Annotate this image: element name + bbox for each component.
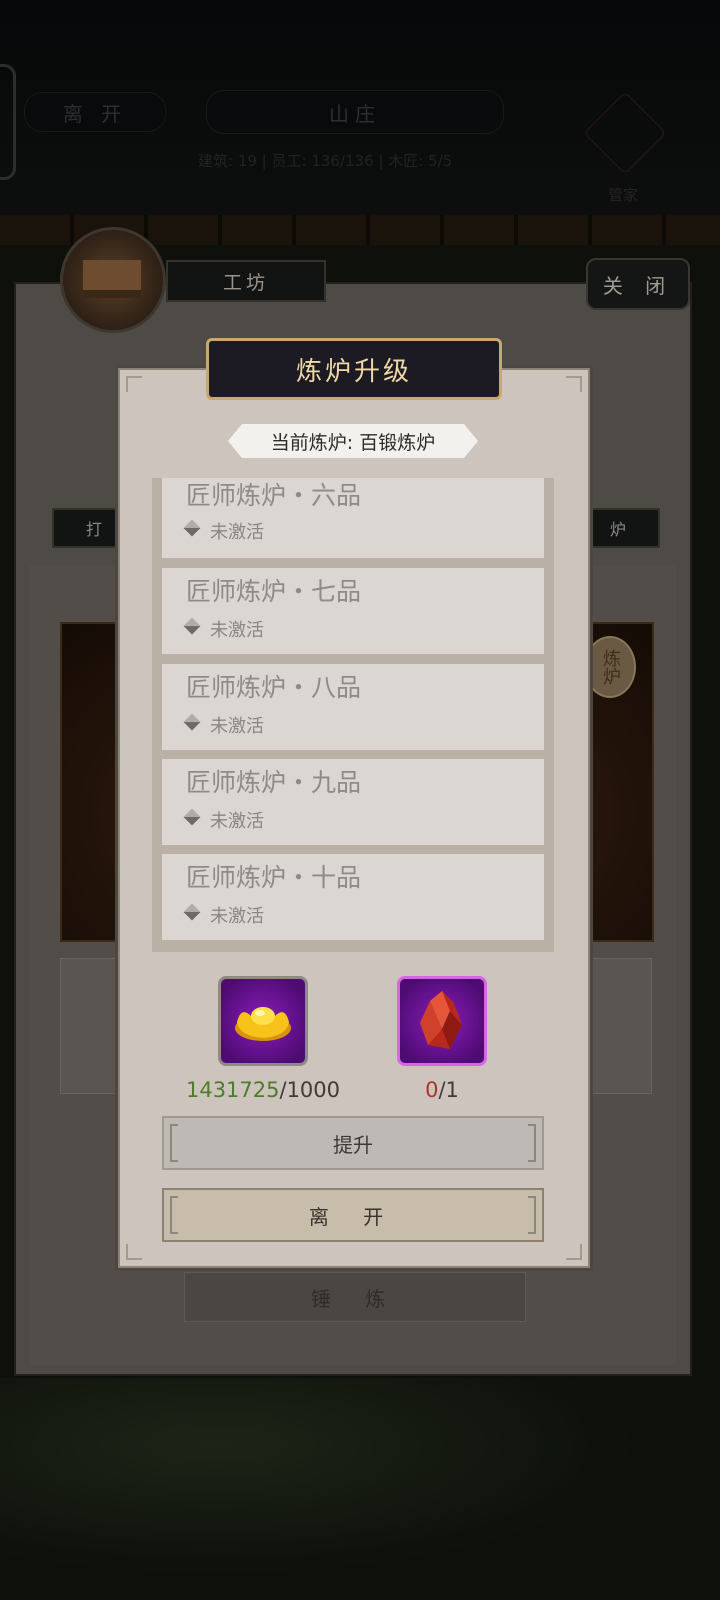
diamond-icon [183, 903, 201, 921]
steward-label: 管家 [608, 186, 639, 204]
corner-ornament [126, 1244, 142, 1260]
red-crystal-icon [420, 991, 462, 1049]
diamond-icon [183, 617, 201, 635]
corner-ornament [566, 1244, 582, 1260]
corner-ornament [126, 376, 142, 392]
activation-status: 未激活 [210, 716, 264, 737]
bg-leave-button: 离 开 [24, 92, 166, 132]
bg-close-button: 关 闭 [586, 258, 690, 310]
workshop-tab: 工坊 [166, 260, 326, 302]
red-crystal-slot[interactable] [397, 976, 487, 1066]
furnace-level-list[interactable]: 匠师炼炉・六品 未激活 匠师炼炉・七品 未激活 匠师炼炉・八品 未激活 匠师炼炉… [152, 478, 554, 952]
furnace-seal-badge: 炼炉 [584, 636, 636, 698]
gold-cost-count: 1431725/1000 [180, 1078, 346, 1102]
crystal-cost-count: 0/1 [400, 1078, 484, 1102]
furnace-level-name: 匠师炼炉・八品 [186, 673, 362, 702]
furnace-level-name: 匠师炼炉・七品 [186, 577, 362, 606]
dialog-title: 炼炉升级 [206, 338, 502, 400]
activation-status: 未激活 [210, 522, 264, 543]
crystal-required: /1 [438, 1078, 459, 1102]
bg-forge-button: 锤 炼 [184, 1272, 526, 1322]
side-handle [0, 64, 16, 180]
gold-required: /1000 [279, 1078, 341, 1102]
list-item[interactable]: 匠师炼炉・十品 未激活 [162, 854, 544, 940]
furnace-level-name: 匠师炼炉・六品 [186, 481, 362, 510]
workshop-building-icon [60, 227, 166, 333]
leave-button[interactable]: 离 开 [162, 1188, 544, 1242]
furnace-level-name: 匠师炼炉・十品 [186, 863, 362, 892]
bg-stats-text: 建筑: 19 | 员工: 136/136 | 木匠: 5/5 [198, 152, 453, 170]
gold-owned: 1431725 [185, 1078, 280, 1102]
diamond-icon [183, 808, 201, 826]
gold-ingot-icon [235, 1007, 291, 1041]
activation-status: 未激活 [210, 620, 264, 641]
current-furnace-label: 当前炼炉: 百锻炼炉 [228, 424, 478, 458]
bottom-foliage [0, 1378, 720, 1600]
list-item[interactable]: 匠师炼炉・六品 未激活 [162, 478, 544, 558]
list-item[interactable]: 匠师炼炉・八品 未激活 [162, 664, 544, 750]
bg-location-title: 山庄 [206, 90, 504, 134]
diamond-icon [183, 713, 201, 731]
diamond-icon [183, 519, 201, 537]
list-item[interactable]: 匠师炼炉・七品 未激活 [162, 568, 544, 654]
furnace-level-name: 匠师炼炉・九品 [186, 768, 362, 797]
crystal-owned: 0 [425, 1078, 439, 1102]
corner-ornament [566, 376, 582, 392]
gold-ingot-slot[interactable] [218, 976, 308, 1066]
list-item[interactable]: 匠师炼炉・九品 未激活 [162, 759, 544, 845]
activation-status: 未激活 [210, 811, 264, 832]
upgrade-button[interactable]: 提升 [162, 1116, 544, 1170]
activation-status: 未激活 [210, 906, 264, 927]
